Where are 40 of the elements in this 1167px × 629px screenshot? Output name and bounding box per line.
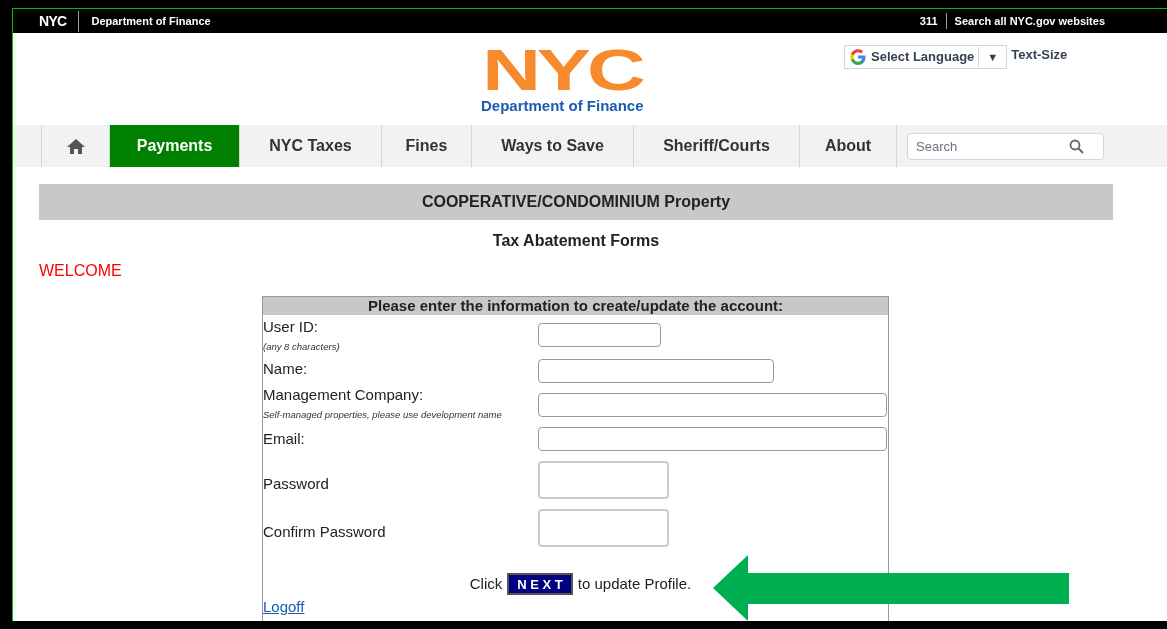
input-field[interactable] xyxy=(538,359,774,383)
agency-link[interactable]: Department of Finance xyxy=(79,12,211,30)
phone-link[interactable]: 311 xyxy=(919,12,947,30)
welcome-text: WELCOME xyxy=(39,261,123,281)
search-icon xyxy=(1069,138,1084,154)
subtitle: Tax Abatement Forms xyxy=(491,231,661,251)
input-field[interactable] xyxy=(538,509,669,547)
nav-tab[interactable]: Payments xyxy=(110,125,240,167)
text-size-link[interactable]: Text-Size xyxy=(1011,45,1068,65)
nav-tab[interactable]: Fines xyxy=(382,125,472,167)
prompt-text: Click xyxy=(469,574,503,594)
form-heading: Please enter the information to create/update the account: xyxy=(263,297,888,315)
field-label: User ID: xyxy=(263,317,319,337)
search-link[interactable]: Search all NYC.gov websites xyxy=(946,12,1141,30)
field-hint: (any 8 characters) xyxy=(263,340,341,354)
nav-tab[interactable]: Sheriff/Courts xyxy=(634,125,800,167)
google-g-icon xyxy=(849,48,867,66)
field-label: Name: xyxy=(263,359,309,379)
nav-tab[interactable]: About xyxy=(800,125,897,167)
input-field[interactable] xyxy=(538,427,887,451)
field-label: Confirm Password xyxy=(263,522,387,542)
field-hint: Self-managed properties, please use development name xyxy=(263,408,503,422)
field-label: Email: xyxy=(263,429,306,449)
logoff-link[interactable]: Logoff xyxy=(263,595,305,618)
nav-tab[interactable]: NYC Taxes xyxy=(240,125,382,167)
input-field[interactable] xyxy=(538,323,661,347)
home-icon xyxy=(65,137,86,155)
nav-tab[interactable]: Ways to Save xyxy=(472,125,634,167)
field-label: Management Company: xyxy=(263,385,425,405)
prompt-text: to update Profile. xyxy=(577,574,692,594)
page-title: COOPERATIVE/CONDOMINIUM Property xyxy=(39,184,1113,220)
search-field[interactable]: Search xyxy=(907,132,1104,160)
field-label: Password xyxy=(263,474,330,494)
caret-icon[interactable]: ▼ xyxy=(983,48,1003,66)
next-button[interactable]: N E X T xyxy=(507,573,573,596)
input-field[interactable] xyxy=(538,393,887,417)
language-select[interactable]: Select Language ▼ xyxy=(844,45,1008,69)
agency-name: Department of Finance xyxy=(481,96,644,116)
nyc-logo[interactable]: NYC xyxy=(39,10,80,32)
input-field[interactable] xyxy=(538,461,669,499)
